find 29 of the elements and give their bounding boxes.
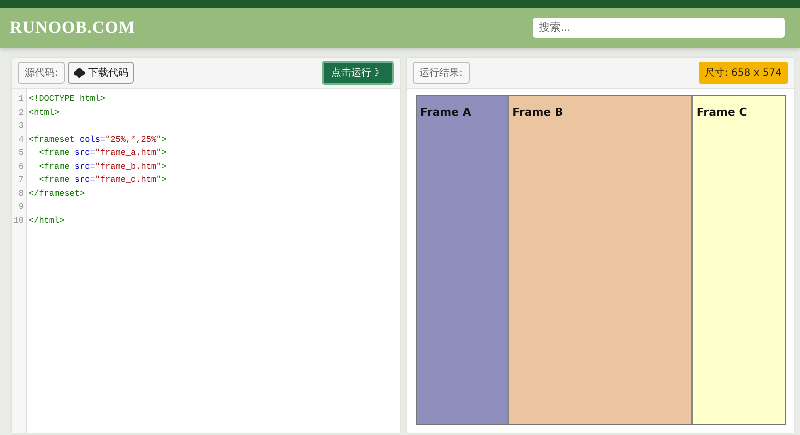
code-line: <frame src="frame_c.htm"> [38, 175, 167, 185]
line-number: 8 [18, 188, 25, 200]
code-line: <!DOCTYPE html> [29, 94, 106, 104]
line-number: 2 [18, 106, 25, 120]
line-number: 7 [18, 174, 25, 187]
line-number: 6 [18, 160, 25, 174]
frame-title: Frame C [696, 106, 748, 119]
size-badge: 尺寸: 658 x 574 [699, 62, 788, 84]
search-field[interactable]: 搜索... [533, 18, 785, 38]
code-line: <frameset cols="25%,*,25%"> [29, 134, 167, 144]
frame-title: Frame B [512, 106, 564, 119]
code-line: </html> [29, 216, 65, 226]
line-number: 10 [12, 214, 25, 228]
frame-title: Frame A [420, 106, 472, 119]
code-line: <frame src="frame_a.htm"> [38, 148, 167, 158]
line-number: 4 [18, 134, 25, 146]
run-button[interactable]: 点击运行 》 [322, 61, 394, 85]
line-number: 5 [18, 147, 25, 160]
code-line: <frame src="frame_b.htm"> [38, 162, 167, 172]
source-code-label: 源代码: [18, 62, 66, 84]
download-code-button[interactable]: 下载代码 [68, 62, 134, 84]
code-line: </frameset> [29, 188, 86, 198]
line-number: 3 [18, 120, 25, 133]
code-line: <html> [29, 108, 60, 118]
line-number: 9 [18, 201, 25, 214]
cloud-download-icon [74, 68, 86, 78]
code-editor[interactable]: 1 2 3 4 5 6 7 8 9 10 <!DOCTYPE html> <html> <frameset cols="25%,*,25%"> <frame src="frame_a.htm"> <frame src="frame_b.htm"> <frame src="frame_c.htm"> </frameset> </html> [12, 89, 400, 433]
result-label: 运行结果: [412, 62, 470, 84]
line-number: 1 [18, 93, 25, 106]
